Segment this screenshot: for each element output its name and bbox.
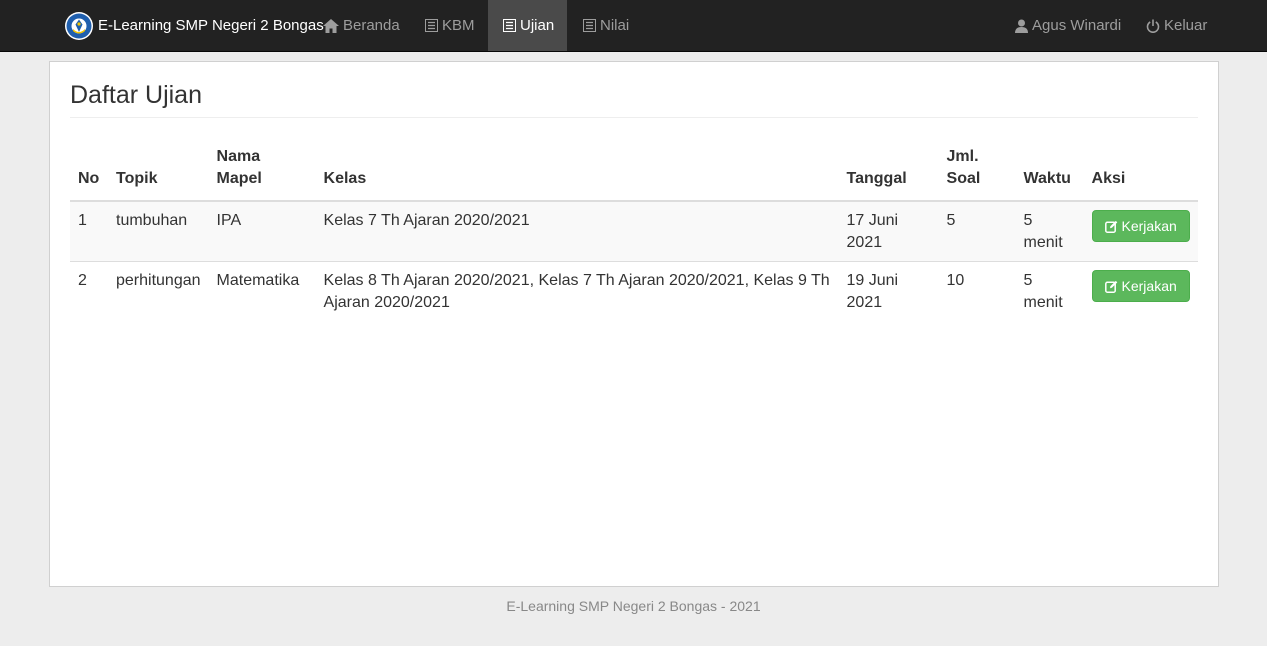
list-icon bbox=[425, 19, 438, 32]
nav-kbm-label: KBM bbox=[442, 17, 475, 34]
home-icon bbox=[323, 18, 339, 33]
col-header-aksi: Aksi bbox=[1083, 144, 1198, 202]
cell-topik: tumbuhan bbox=[108, 201, 209, 262]
cell-aksi: Kerjakan bbox=[1083, 201, 1198, 262]
user-icon bbox=[1015, 19, 1028, 33]
col-header-kelas: Kelas bbox=[315, 144, 839, 202]
col-header-topik: Topik bbox=[108, 144, 209, 202]
cell-jml-soal: 5 bbox=[938, 201, 1016, 262]
kerjakan-button[interactable]: Kerjakan bbox=[1091, 210, 1190, 242]
cell-kelas: Kelas 7 Th Ajaran 2020/2021 bbox=[315, 201, 839, 262]
nav-beranda-label: Beranda bbox=[343, 17, 400, 34]
kerjakan-button[interactable]: Kerjakan bbox=[1091, 270, 1190, 302]
nav-ujian[interactable]: Ujian bbox=[488, 0, 567, 51]
cell-tanggal: 19 Juni 2021 bbox=[838, 261, 939, 321]
title-divider bbox=[70, 117, 1198, 118]
cell-kelas: Kelas 8 Th Ajaran 2020/2021, Kelas 7 Th … bbox=[315, 261, 839, 321]
cell-tanggal: 17 Juni 2021 bbox=[838, 201, 939, 262]
main-panel: Daftar Ujian No Topik Nama Mapel Kelas T… bbox=[49, 61, 1219, 587]
col-header-waktu: Waktu bbox=[1015, 144, 1084, 202]
cell-waktu: 5 menit bbox=[1015, 261, 1084, 321]
nav-user-label: Agus Winardi bbox=[1032, 17, 1122, 34]
col-header-mapel: Nama Mapel bbox=[208, 144, 316, 202]
table-row: 2 perhitungan Matematika Kelas 8 Th Ajar… bbox=[70, 261, 1198, 321]
nav-nilai-label: Nilai bbox=[600, 17, 630, 34]
cell-jml-soal: 10 bbox=[938, 261, 1016, 321]
list-icon bbox=[583, 19, 596, 32]
nav-logout[interactable]: Keluar bbox=[1131, 0, 1222, 51]
kerjakan-label: Kerjakan bbox=[1121, 278, 1177, 294]
list-icon bbox=[503, 19, 516, 32]
brand-link[interactable]: E-Learning SMP Negeri 2 Bongas bbox=[64, 0, 324, 51]
nav-ujian-label: Ujian bbox=[520, 17, 555, 34]
edit-icon bbox=[1104, 280, 1118, 293]
top-navbar: E-Learning SMP Negeri 2 Bongas Beranda K… bbox=[0, 0, 1267, 52]
exam-table: No Topik Nama Mapel Kelas Tanggal Jml. S… bbox=[70, 144, 1198, 321]
page-title: Daftar Ujian bbox=[70, 81, 202, 109]
nav-kbm[interactable]: KBM bbox=[410, 0, 490, 51]
brand-text: E-Learning SMP Negeri 2 Bongas bbox=[98, 17, 324, 34]
footer-text: E-Learning SMP Negeri 2 Bongas - 2021 bbox=[506, 598, 761, 614]
table-header-row: No Topik Nama Mapel Kelas Tanggal Jml. S… bbox=[70, 144, 1198, 202]
power-icon bbox=[1146, 19, 1160, 33]
nav-logout-label: Keluar bbox=[1164, 17, 1208, 34]
nav-user[interactable]: Agus Winardi bbox=[1000, 0, 1136, 51]
nav-beranda[interactable]: Beranda bbox=[308, 0, 415, 51]
cell-no: 1 bbox=[70, 201, 108, 262]
cell-waktu: 5 menit bbox=[1015, 201, 1084, 262]
cell-mapel: Matematika bbox=[208, 261, 316, 321]
kerjakan-label: Kerjakan bbox=[1121, 218, 1177, 234]
col-header-no: No bbox=[70, 144, 108, 202]
col-header-tanggal: Tanggal bbox=[838, 144, 939, 202]
col-header-jml-soal: Jml. Soal bbox=[938, 144, 1016, 202]
nav-nilai[interactable]: Nilai bbox=[568, 0, 644, 51]
cell-mapel: IPA bbox=[208, 201, 316, 262]
cell-no: 2 bbox=[70, 261, 108, 321]
edit-icon bbox=[1104, 220, 1118, 233]
school-logo-icon bbox=[64, 11, 94, 41]
cell-topik: perhitungan bbox=[108, 261, 209, 321]
table-row: 1 tumbuhan IPA Kelas 7 Th Ajaran 2020/20… bbox=[70, 201, 1198, 262]
cell-aksi: Kerjakan bbox=[1083, 261, 1198, 321]
